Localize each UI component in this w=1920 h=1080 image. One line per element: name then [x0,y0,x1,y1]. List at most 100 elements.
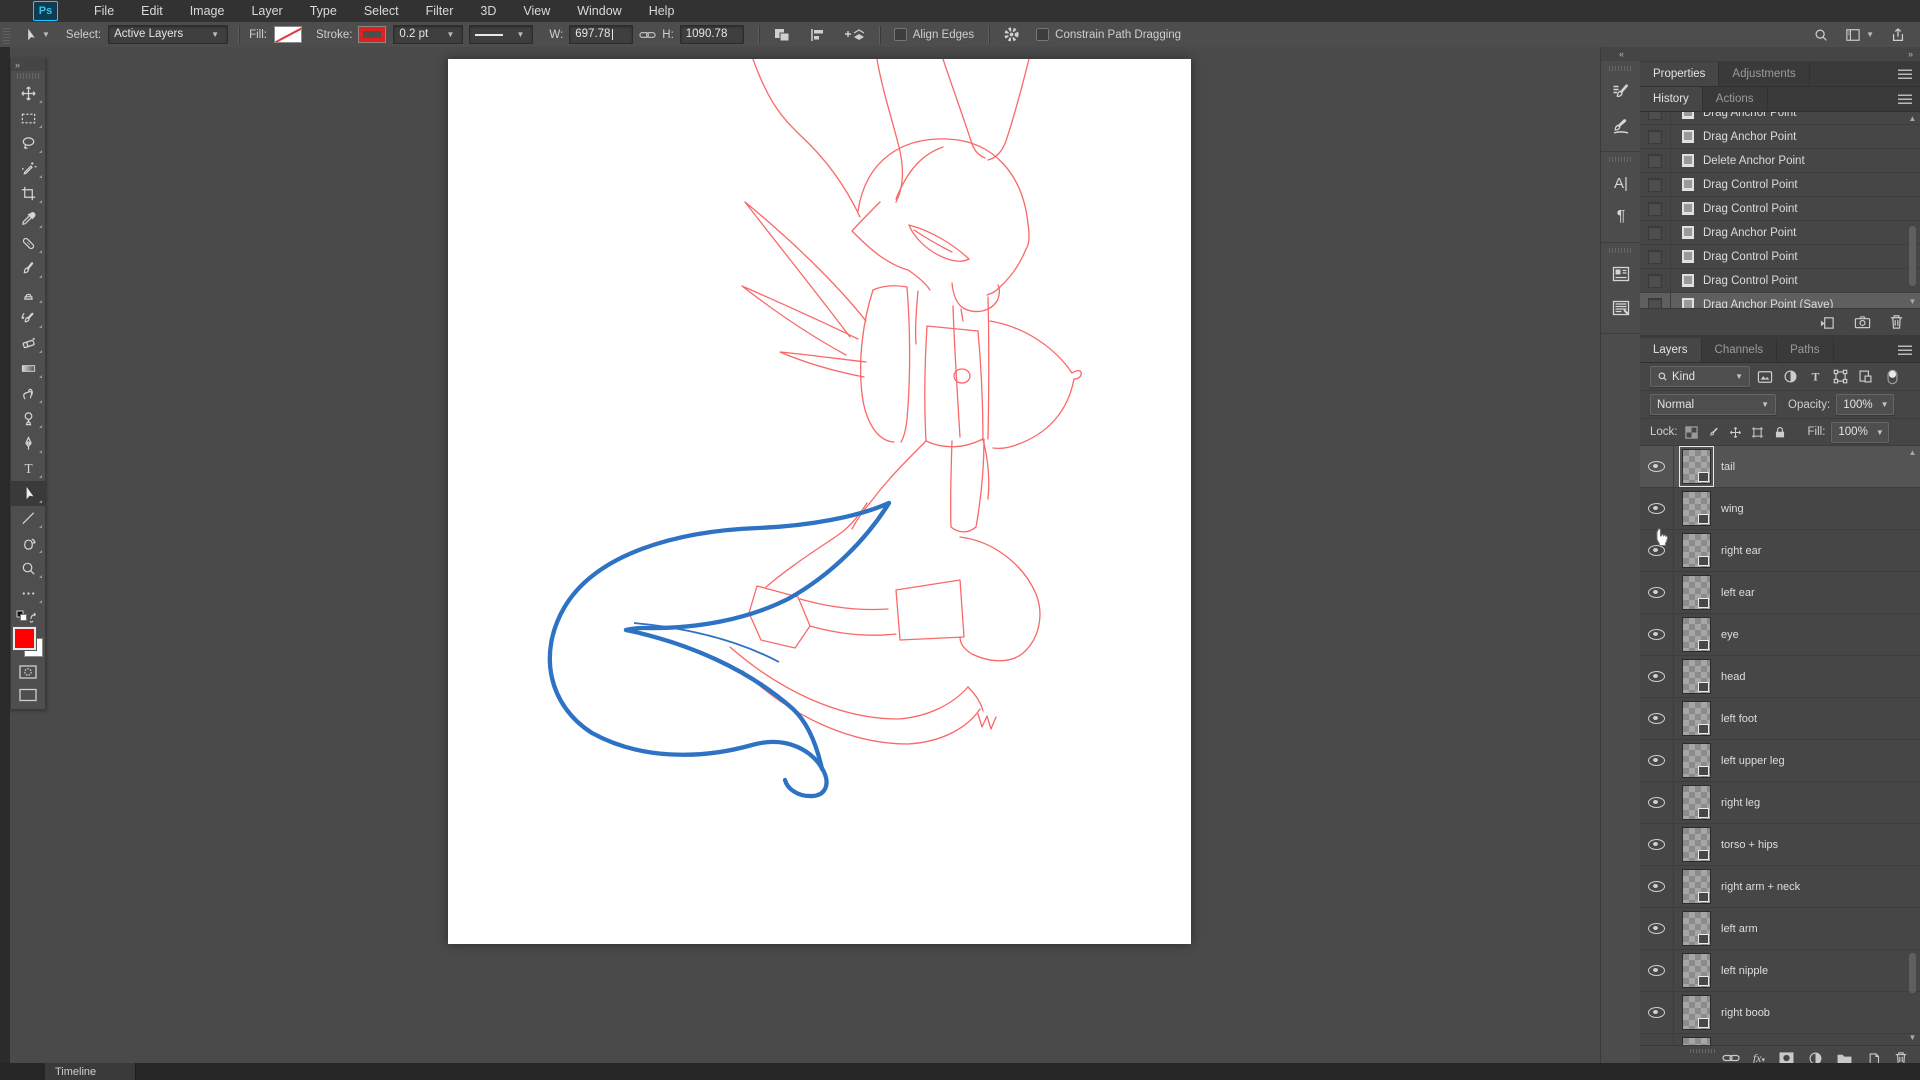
tool-edit-toolbar[interactable] [11,581,45,606]
tool-quick-selection[interactable] [11,156,45,181]
fill-swatch[interactable] [274,26,302,43]
layer-thumbnail[interactable] [1682,449,1711,484]
layer-row[interactable]: left arm [1640,908,1920,950]
toolbar-grip[interactable] [17,73,39,79]
visibility-toggle[interactable] [1640,992,1674,1033]
share-icon[interactable] [1890,27,1906,43]
dock-expand-chevrons[interactable]: « [1601,47,1641,61]
opacity-dropdown[interactable]: 100%▼ [1836,394,1894,415]
tab-history[interactable]: History [1640,87,1703,111]
history-item[interactable]: Drag Anchor Point [1640,125,1920,149]
layer-thumbnail[interactable] [1682,1037,1711,1045]
layer-thumbnail[interactable] [1682,659,1711,694]
select-mode-dropdown[interactable]: Active Layers▼ [108,25,228,44]
tool-clone-stamp[interactable] [11,281,45,306]
quick-mask-icon[interactable] [18,664,38,680]
character-panel-icon[interactable]: A| [1601,166,1641,200]
layer-row[interactable]: wing [1640,488,1920,530]
dock-grip[interactable] [1609,66,1633,71]
layer-thumbnail[interactable] [1682,869,1711,904]
tab-adjustments[interactable]: Adjustments [1719,62,1809,86]
tool-gradient[interactable] [11,356,45,381]
layer-row[interactable]: left upper leg [1640,740,1920,782]
history-item[interactable]: Drag Control Point [1640,269,1920,293]
shape-layers-filter-icon[interactable] [1830,367,1850,386]
visibility-toggle[interactable] [1640,740,1674,781]
history-scrollbar[interactable]: ▲ ▼ [1907,114,1918,306]
layer-thumbnail[interactable] [1682,743,1711,778]
align-edges-checkbox[interactable] [894,28,907,41]
menu-view[interactable]: View [523,4,550,18]
lock-pixels-icon[interactable] [1706,423,1722,442]
history-item[interactable]: Drag Control Point [1640,173,1920,197]
tab-properties[interactable]: Properties [1640,62,1719,86]
history-source-checkbox[interactable] [1648,130,1662,144]
visibility-toggle[interactable] [1640,614,1674,655]
default-swap-colors-icons[interactable] [16,610,40,624]
paragraph-styles-icon[interactable] [1601,291,1641,325]
options-bar-grip[interactable] [3,26,10,44]
menu-select[interactable]: Select [364,4,399,18]
layer-row[interactable]: left boob [1640,1034,1920,1045]
lock-artboard-icon[interactable] [1750,423,1766,442]
dock-grip[interactable] [1609,248,1633,253]
lock-transparency-icon[interactable] [1684,423,1700,442]
history-item[interactable]: Drag Control Point [1640,245,1920,269]
tool-lasso[interactable] [11,131,45,156]
tab-channels[interactable]: Channels [1702,338,1778,362]
dock-grip[interactable] [1609,157,1633,162]
tool-dodge[interactable] [11,406,45,431]
layer-row[interactable]: left nipple [1640,950,1920,992]
layer-row[interactable]: eye [1640,614,1920,656]
menu-file[interactable]: File [94,4,114,18]
tool-path-selection[interactable] [11,481,45,506]
scroll-down-icon[interactable]: ▼ [1907,1033,1918,1042]
lock-all-icon[interactable] [1772,423,1788,442]
stroke-style-dropdown[interactable]: ▼ [469,25,533,44]
new-document-from-state-icon[interactable] [1819,315,1836,330]
layer-row[interactable]: head [1640,656,1920,698]
menu-image[interactable]: Image [190,4,225,18]
layer-thumbnail[interactable] [1682,995,1711,1030]
height-input[interactable]: 1090.78 [680,25,744,44]
adjustment-layers-filter-icon[interactable] [1780,367,1800,386]
history-source-checkbox[interactable] [1648,202,1662,216]
visibility-toggle[interactable] [1640,908,1674,949]
layer-thumbnail[interactable] [1682,911,1711,946]
layer-thumbnail[interactable] [1682,785,1711,820]
blend-mode-dropdown[interactable]: Normal▼ [1650,394,1776,415]
layer-row[interactable]: right boob [1640,992,1920,1034]
menu-type[interactable]: Type [310,4,337,18]
tab-timeline[interactable]: Timeline [45,1063,136,1080]
visibility-toggle[interactable] [1640,698,1674,739]
visibility-toggle[interactable] [1640,446,1674,487]
tool-history-brush[interactable] [11,306,45,331]
tool-eyedropper[interactable] [11,206,45,231]
brush-settings-icon[interactable] [1601,75,1641,109]
tool-spot-healing[interactable] [11,231,45,256]
layer-row-selected[interactable]: tail [1640,446,1920,488]
pixel-layers-filter-icon[interactable] [1755,367,1775,386]
panel-menu-icon[interactable] [1898,69,1912,79]
layer-row[interactable]: right ear [1640,530,1920,572]
visibility-toggle[interactable] [1640,824,1674,865]
layer-thumbnail[interactable] [1682,953,1711,988]
path-alignment-icon[interactable] [809,27,827,43]
tool-brush[interactable] [11,256,45,281]
stroke-width-dropdown[interactable]: 0.2 pt▼ [393,25,463,44]
current-tool-preset[interactable]: ▼ [22,27,50,43]
layer-thumbnail[interactable] [1682,533,1711,568]
paragraph-panel-icon[interactable]: ¶ [1601,200,1641,234]
new-snapshot-camera-icon[interactable] [1854,315,1871,329]
layer-row[interactable]: left foot [1640,698,1920,740]
panel-resize-grip[interactable] [1690,1049,1716,1053]
tool-smudge[interactable] [11,381,45,406]
history-item-selected[interactable]: Drag Anchor Point (Save) [1640,293,1920,308]
tool-rectangular-marquee[interactable] [11,106,45,131]
panel-menu-icon[interactable] [1898,94,1912,104]
tab-layers[interactable]: Layers [1640,338,1702,362]
history-source-checkbox[interactable] [1648,112,1662,120]
workspace-switcher[interactable]: ▼ [1845,28,1874,42]
menu-filter[interactable]: Filter [426,4,454,18]
visibility-toggle[interactable] [1640,866,1674,907]
